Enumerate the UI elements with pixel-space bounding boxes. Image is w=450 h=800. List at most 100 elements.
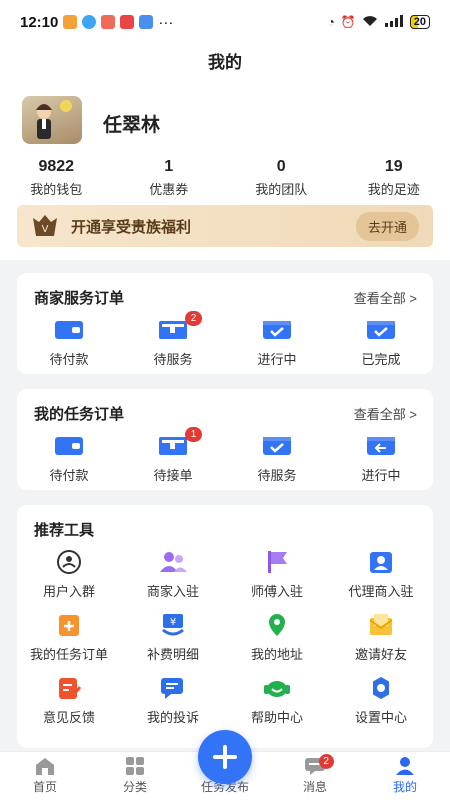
svg-text:V: V	[42, 224, 49, 235]
order-status-label: 进行中	[257, 352, 297, 367]
gear-icon	[366, 675, 396, 701]
task-orders-view-all[interactable]: 查看全部 >	[354, 404, 417, 423]
tool-settings[interactable]: 设置中心	[329, 675, 433, 726]
order-status-label: 待付款	[49, 468, 89, 483]
vip-promo-text: 开通享受贵族福利	[71, 218, 192, 236]
tool-user-join-group[interactable]: 用户入群	[17, 549, 121, 600]
signal-icon	[384, 14, 404, 30]
complaint-chat-icon	[158, 675, 188, 701]
tool-master-join[interactable]: 师傅入驻	[225, 549, 329, 600]
inbox-check-icon	[366, 317, 396, 343]
stat-wallet[interactable]: 9822 我的钱包	[0, 158, 113, 198]
stat-team[interactable]: 0 我的团队	[225, 158, 338, 198]
tool-my-task-orders[interactable]: 我的任务订单	[17, 612, 121, 663]
battery-icon: 20	[409, 15, 430, 29]
status-time: 12:10	[20, 13, 59, 31]
stat-value: 1	[164, 158, 174, 175]
task-status-pending-accept[interactable]: 1 待接单	[121, 427, 225, 484]
merchant-orders-title: 商家服务订单	[34, 290, 125, 307]
order-status-completed[interactable]: 已完成	[329, 317, 433, 368]
tools-title: 推荐工具	[34, 522, 95, 539]
tool-invite-friends[interactable]: 邀请好友	[329, 612, 433, 663]
username[interactable]: 任翠林	[103, 110, 160, 137]
tool-label: 设置中心	[354, 710, 407, 725]
more-notifications-icon: ···	[158, 13, 174, 31]
profile-icon	[396, 757, 414, 775]
tab-label: 分类	[122, 780, 147, 794]
task-status-in-progress[interactable]: 进行中	[329, 433, 433, 484]
notification-app-icon	[101, 15, 116, 29]
inbox-progress-icon	[262, 317, 292, 343]
tool-merchant-join[interactable]: 商家入驻	[121, 549, 225, 600]
alarm-icon: ⏰	[340, 15, 356, 29]
stat-footprints[interactable]: 19 我的足迹	[338, 158, 450, 198]
wallet-icon	[54, 433, 84, 459]
tab-label: 消息	[302, 780, 327, 794]
home-icon	[36, 758, 54, 775]
tools-row: 我的任务订单 ¥ 补费明细 我的地址 邀请好友	[17, 612, 433, 663]
tool-fee-details[interactable]: ¥ 补费明细	[121, 612, 225, 663]
status-bar: 12:10 ··· ◔ ⏰ 20	[0, 0, 450, 44]
order-status-pending-service[interactable]: 2 待服务	[121, 311, 225, 368]
task-status-pending-payment[interactable]: 待付款	[17, 433, 121, 484]
task-orders-card: 我的任务订单 查看全部 > 待付款 1 待接单 待服务 进行中	[17, 389, 433, 490]
order-status-pending-payment[interactable]: 待付款	[17, 317, 121, 368]
tool-label: 代理商入驻	[348, 584, 414, 599]
tool-feedback[interactable]: 意见反馈	[17, 675, 121, 726]
order-status-label: 待服务	[257, 468, 297, 483]
speed-icon: ◔	[327, 15, 335, 29]
badge-count: 2	[185, 311, 202, 326]
fee-detail-icon: ¥	[158, 612, 188, 638]
order-status-label: 进行中	[361, 468, 401, 483]
wallet-icon	[54, 317, 84, 343]
tool-label: 我的地址	[250, 647, 303, 662]
service-box-icon: 2	[158, 311, 202, 343]
notification-app-icon	[63, 15, 78, 29]
tool-label: 邀请好友	[354, 647, 407, 662]
merchant-users-icon	[158, 549, 188, 575]
order-status-in-progress[interactable]: 进行中	[225, 317, 329, 368]
tool-label: 意见反馈	[42, 710, 95, 725]
inbox-check-icon	[262, 433, 292, 459]
tab-category[interactable]: 分类	[90, 752, 180, 800]
task-status-pending-service[interactable]: 待服务	[225, 433, 329, 484]
stat-value: 0	[276, 158, 286, 175]
stat-value: 9822	[38, 158, 75, 175]
invite-envelope-icon	[366, 612, 396, 638]
vip-banner[interactable]: V 开通享受贵族福利 去开通	[17, 205, 433, 247]
tab-home[interactable]: 首页	[0, 752, 90, 800]
order-status-label: 待服务	[153, 352, 193, 367]
stat-value: 19	[384, 158, 403, 175]
vip-activate-button[interactable]: 去开通	[355, 211, 419, 241]
tool-label: 用户入群	[42, 584, 95, 599]
feedback-edit-icon	[54, 675, 84, 701]
tab-label: 首页	[32, 780, 57, 794]
vip-crown-icon: V	[33, 215, 57, 236]
tool-agent-join[interactable]: 代理商入驻	[329, 549, 433, 600]
tool-label: 师傅入驻	[250, 584, 303, 599]
tool-help-center[interactable]: 帮助中心	[225, 675, 329, 726]
publish-task-button[interactable]	[198, 730, 252, 784]
tool-my-complaints[interactable]: 我的投诉	[121, 675, 225, 726]
plus-icon	[213, 745, 237, 769]
tab-messages[interactable]: 2 消息	[270, 752, 360, 800]
tool-my-address[interactable]: 我的地址	[225, 612, 329, 663]
headset-icon	[262, 675, 292, 701]
merchant-orders-view-all[interactable]: 查看全部 >	[354, 288, 417, 307]
tab-label: 我的	[392, 780, 417, 794]
merchant-orders-row: 待付款 2 待服务 进行中 已完成	[17, 311, 433, 368]
tools-row: 用户入群 商家入驻 师傅入驻 代理商入驻	[17, 549, 433, 600]
tab-badge-count: 2	[318, 754, 334, 769]
tool-label: 补费明细	[146, 647, 199, 662]
tool-label: 我的投诉	[146, 710, 199, 725]
order-status-label: 待接单	[153, 468, 193, 483]
flag-icon	[262, 549, 292, 575]
location-pin-icon	[262, 612, 292, 638]
order-status-label: 待付款	[49, 352, 89, 367]
task-orders-row: 待付款 1 待接单 待服务 进行中	[17, 427, 433, 484]
task-order-icon	[54, 612, 84, 638]
tab-mine[interactable]: 我的	[360, 752, 450, 800]
stat-coupons[interactable]: 1 优惠券	[113, 158, 226, 198]
avatar[interactable]	[22, 96, 82, 144]
tools-card: 推荐工具 用户入群 商家入驻 师傅入驻 代理商入驻 我的任务订单 ¥ 补费明细 …	[17, 505, 433, 748]
